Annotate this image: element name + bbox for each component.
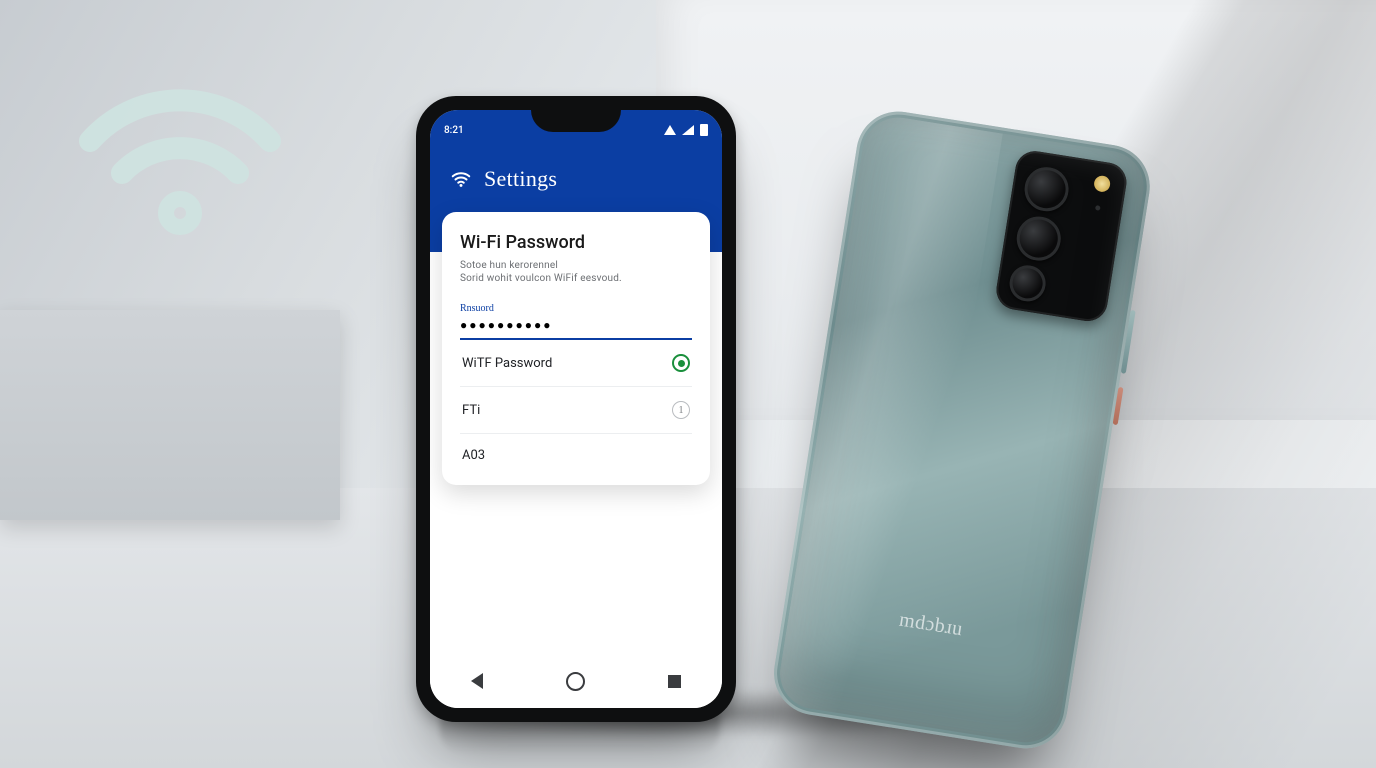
option-row-fti[interactable]: FTi 1: [460, 387, 692, 434]
ledge: [0, 310, 340, 520]
phone-screen: 8:21 Settings: [430, 110, 722, 708]
camera-flash: [1093, 175, 1111, 193]
nav-back-icon[interactable]: [471, 673, 483, 689]
battery-icon: [700, 124, 708, 136]
camera-lens: [1021, 164, 1071, 214]
nav-home-icon[interactable]: [566, 672, 585, 691]
back-brand-text: mdɔbɹu: [783, 590, 1079, 659]
password-field[interactable]: Rnsuord: [460, 303, 692, 340]
status-time: 8:21: [444, 125, 464, 136]
wifi-password-card: Wi-Fi Password Sotoe hun kerorennel Sori…: [442, 212, 710, 485]
card-title: Wi-Fi Password: [460, 232, 692, 253]
password-input[interactable]: [460, 314, 692, 340]
option-label: FTi: [462, 403, 480, 418]
option-row-a03[interactable]: A03: [460, 434, 692, 477]
camera-lens: [1007, 263, 1048, 304]
camera-mic: [1095, 205, 1101, 211]
wifi-icon: [450, 168, 472, 190]
wifi-status-icon: [664, 125, 676, 135]
phone-front-mockup: 8:21 Settings: [416, 96, 736, 722]
radio-selected-icon[interactable]: [672, 354, 690, 372]
nav-recents-icon[interactable]: [668, 675, 681, 688]
option-label: WiTF Password: [462, 356, 552, 371]
card-subtitle-1: Sotoe hun kerorennel: [460, 259, 692, 272]
card-subtitle-2: Sorid wohit voulcon WiFif eesvoud.: [460, 272, 692, 285]
wifi-icon: [70, 55, 290, 255]
option-label: A03: [462, 448, 485, 463]
info-icon[interactable]: 1: [672, 401, 690, 419]
android-nav-bar: [430, 654, 722, 708]
camera-lens: [1014, 213, 1064, 263]
display-notch: [531, 110, 621, 132]
product-scene: mdɔbɹu 8:21: [0, 0, 1376, 768]
appbar-title: Settings: [484, 166, 557, 192]
password-field-label: Rnsuord: [460, 303, 692, 314]
option-row-wifi-password[interactable]: WiTF Password: [460, 340, 692, 387]
signal-icon: [682, 125, 694, 135]
camera-module: [994, 148, 1130, 324]
